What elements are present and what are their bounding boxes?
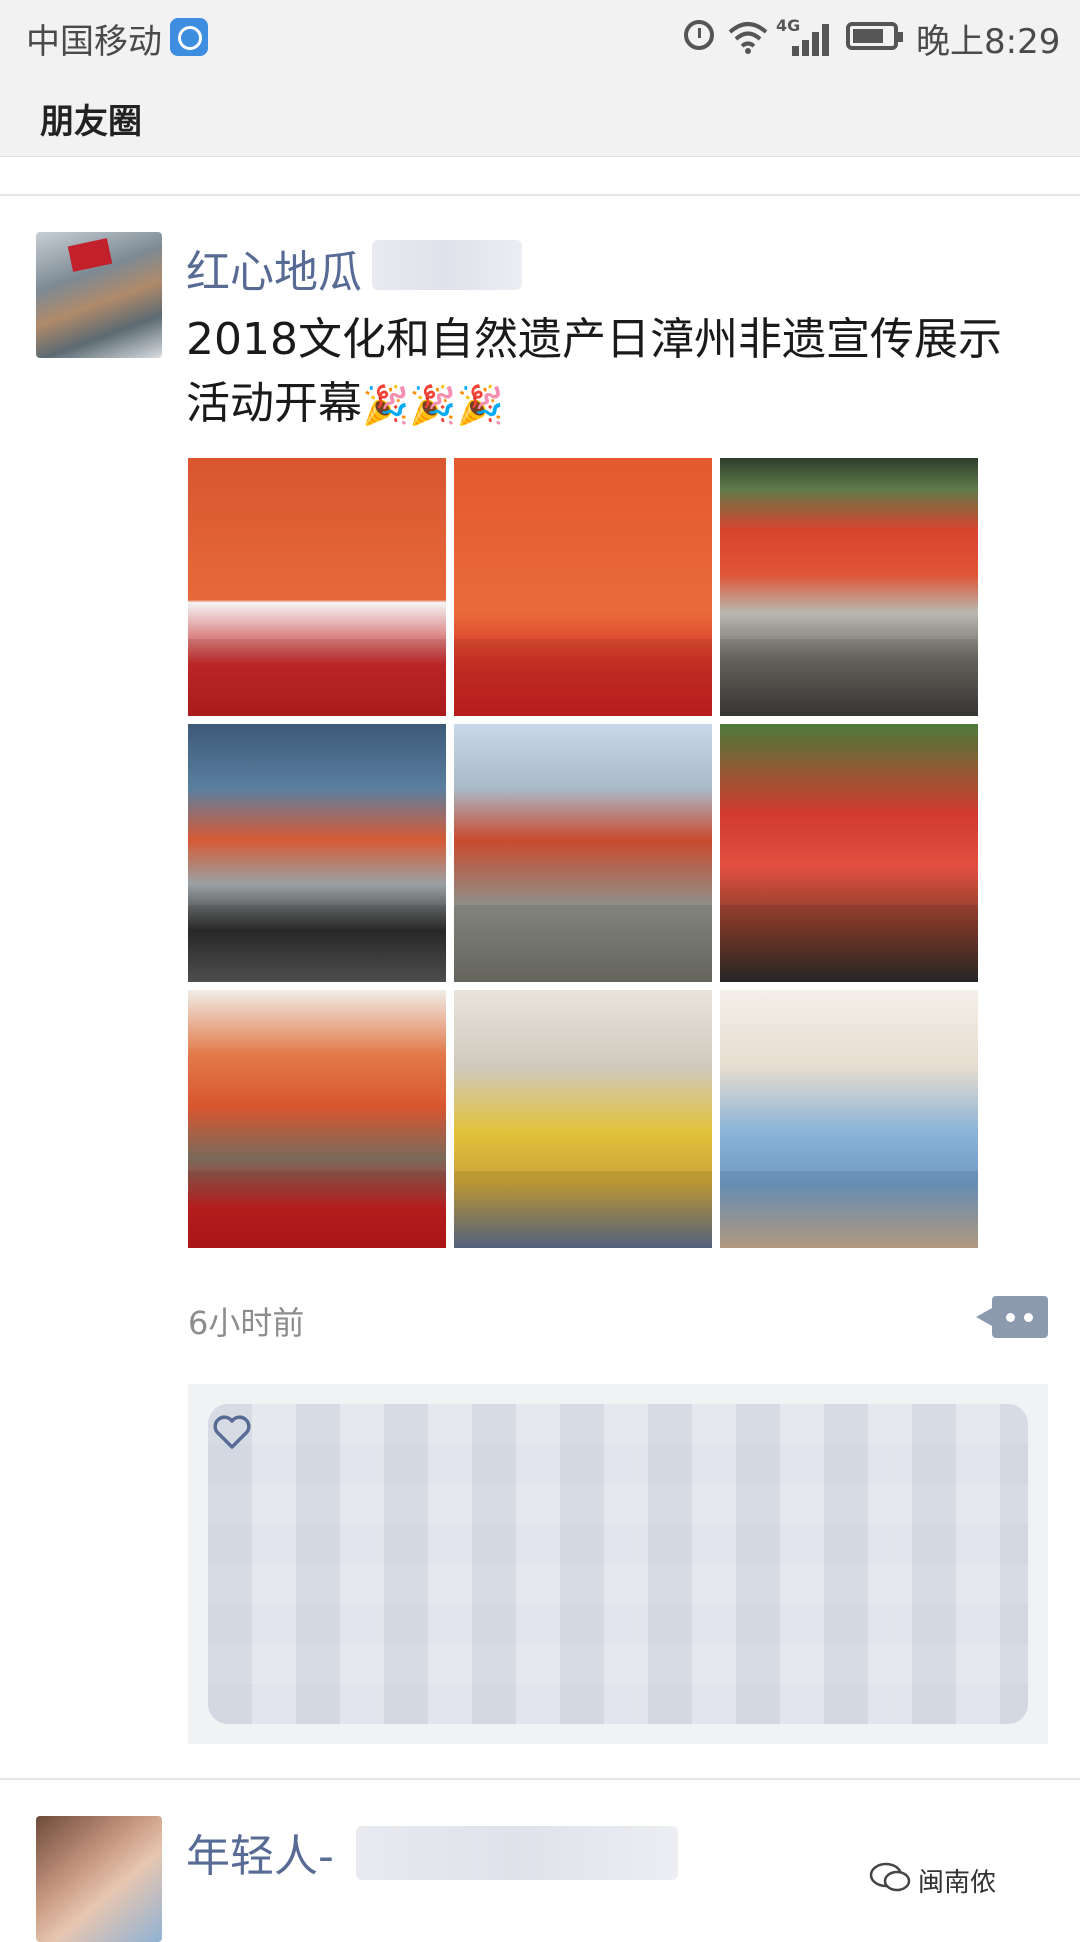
post-text-body: 2018文化和自然遗产日漳州非遗宣传展示活动开幕	[186, 314, 1002, 429]
signal-icon: 4G	[776, 16, 830, 56]
dot	[1024, 1313, 1033, 1322]
status-bar: 中国移动 4G 晚上8:29	[0, 0, 1080, 76]
heart-icon	[213, 1415, 251, 1449]
poster-name[interactable]: 红心地瓜	[186, 236, 362, 300]
redacted-comments	[208, 1404, 1028, 1724]
photo-thumbnail[interactable]	[188, 724, 446, 982]
divider	[0, 194, 1080, 196]
poster-name[interactable]: 年轻人-	[186, 1820, 334, 1884]
divider	[0, 1778, 1080, 1780]
photo-thumbnail[interactable]	[454, 990, 712, 1248]
clock: 晚上8:29	[916, 22, 1061, 62]
photo-thumbnail[interactable]	[188, 458, 446, 716]
alarm-icon	[684, 20, 714, 50]
post-text: 2018文化和自然遗产日漳州非遗宣传展示活动开幕🎉🎉🎉	[186, 308, 1036, 437]
post-timestamp: 6小时前	[188, 1304, 305, 1342]
photo-thumbnail[interactable]	[720, 724, 978, 982]
page-title: 朋友圈	[40, 102, 142, 142]
photo-thumbnail[interactable]	[720, 990, 978, 1248]
photo-thumbnail[interactable]	[454, 724, 712, 982]
wechat-icon	[869, 1862, 911, 1892]
photo-thumbnail[interactable]	[454, 458, 712, 716]
watermark-label: 闽南侬	[918, 1868, 997, 1898]
redacted-name	[372, 240, 522, 290]
network-type: 4G	[776, 16, 801, 35]
carrier-label: 中国移动	[26, 22, 162, 62]
comment-button[interactable]	[976, 1296, 1048, 1338]
nav-bar: 朋友圈	[0, 76, 1080, 157]
photo-thumbnail[interactable]	[720, 458, 978, 716]
likes-comments-panel	[188, 1384, 1048, 1744]
battery-icon	[846, 22, 903, 50]
photo-grid	[188, 458, 980, 1248]
photo-thumbnail[interactable]	[188, 990, 446, 1248]
party-popper-emoji: 🎉🎉🎉	[362, 383, 504, 427]
avatar[interactable]	[36, 1816, 162, 1942]
redacted-name	[356, 1826, 678, 1880]
hd-call-icon	[170, 18, 208, 56]
dot	[1006, 1313, 1015, 1322]
wifi-icon	[728, 22, 768, 54]
avatar[interactable]	[36, 232, 162, 358]
